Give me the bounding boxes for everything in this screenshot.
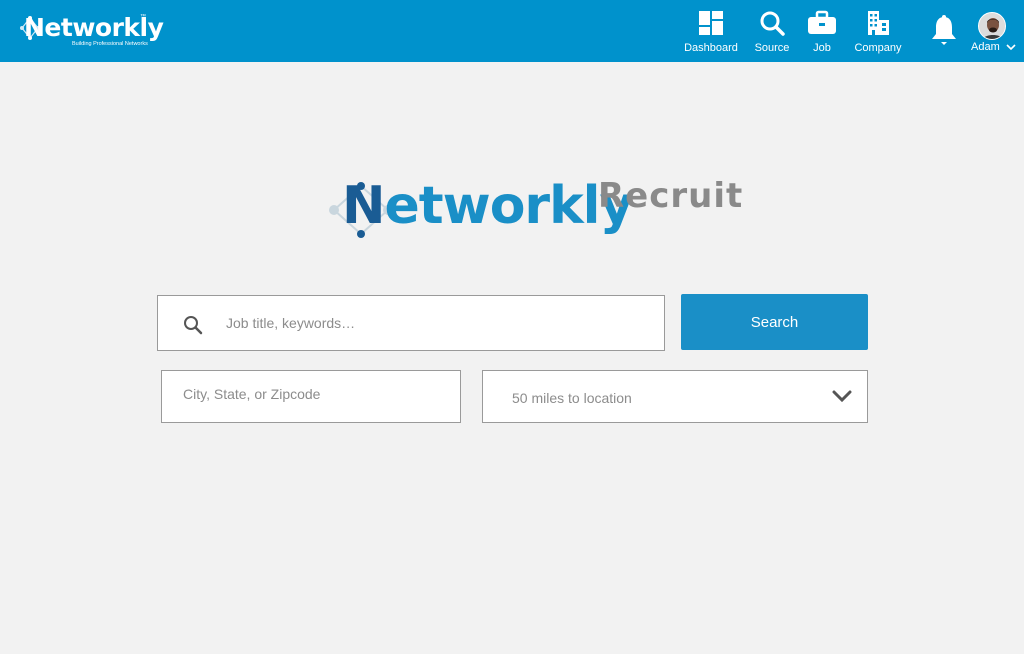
brand-tagline: Building Professional Networks bbox=[72, 41, 148, 47]
nav-job[interactable]: Job bbox=[804, 10, 840, 56]
avatar-image bbox=[979, 13, 1005, 39]
bell-icon[interactable] bbox=[929, 14, 959, 46]
radius-dropdown[interactable]: 50 miles to location bbox=[482, 370, 868, 423]
search-icon bbox=[184, 316, 203, 335]
chevron-down-icon bbox=[832, 390, 852, 403]
dashboard-icon bbox=[699, 11, 723, 35]
nav-source-label: Source bbox=[754, 42, 790, 54]
radius-selected-value: 50 miles to location bbox=[512, 390, 632, 406]
logo-recruit-label: Recruit bbox=[598, 176, 744, 216]
nav-source[interactable]: Source bbox=[750, 10, 794, 56]
search-icon bbox=[760, 11, 785, 36]
nav-dashboard-label: Dashboard bbox=[684, 42, 738, 54]
logo-letter-n: N bbox=[342, 176, 386, 236]
search-button[interactable]: Search bbox=[681, 294, 868, 350]
nav-job-label: Job bbox=[813, 42, 831, 54]
nav-company-label: Company bbox=[854, 42, 902, 54]
avatar bbox=[978, 12, 1006, 40]
user-menu[interactable]: Adam bbox=[968, 10, 1020, 56]
logo-wordmark: Networkly bbox=[342, 176, 634, 236]
location-input[interactable] bbox=[183, 379, 443, 409]
user-name: Adam bbox=[971, 41, 1000, 53]
logo-word-rest: etworkly bbox=[384, 176, 634, 236]
nav-dashboard[interactable]: Dashboard bbox=[680, 10, 742, 56]
nav-company[interactable]: Company bbox=[849, 10, 907, 56]
chevron-down-icon bbox=[1006, 44, 1016, 51]
keyword-search-field[interactable] bbox=[157, 295, 665, 351]
keyword-input[interactable] bbox=[226, 308, 646, 338]
location-field[interactable] bbox=[161, 370, 461, 423]
brand-trademark: ™ bbox=[140, 14, 146, 20]
networkly-recruit-logo: Networkly Recruit bbox=[328, 176, 742, 250]
briefcase-icon bbox=[808, 10, 836, 34]
networkly-logo[interactable]: Networkly ™ Building Professional Networ… bbox=[20, 10, 164, 52]
building-icon bbox=[868, 11, 889, 35]
top-navigation-bar: Networkly ™ Building Professional Networ… bbox=[0, 0, 1024, 62]
